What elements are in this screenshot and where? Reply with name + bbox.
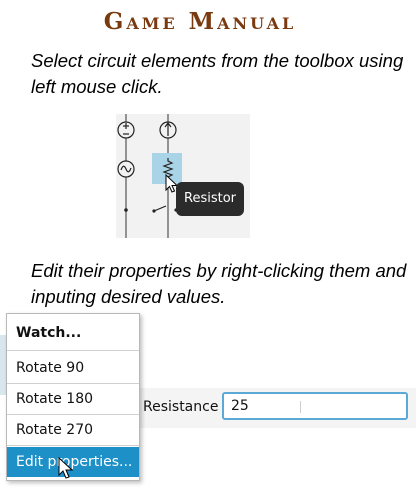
menu-item-watch[interactable]: Watch... bbox=[7, 318, 139, 348]
resistance-input[interactable]: 25 bbox=[222, 392, 408, 420]
dc-source-icon[interactable] bbox=[117, 121, 135, 139]
menu-separator bbox=[7, 445, 139, 446]
resistor-tooltip: Resistor bbox=[176, 182, 244, 216]
instruction-select-elements: Select circuit elements from the toolbox… bbox=[31, 50, 404, 97]
manual-title: Game Manual bbox=[103, 8, 297, 35]
menu-item-rotate-90[interactable]: Rotate 90 bbox=[7, 353, 139, 383]
context-menu: Watch... Rotate 90 Rotate 180 Rotate 270… bbox=[6, 313, 140, 481]
resistance-label: Resistance bbox=[143, 399, 219, 415]
current-source-icon[interactable] bbox=[159, 121, 177, 139]
menu-item-rotate-270[interactable]: Rotate 270 bbox=[7, 415, 139, 445]
mouse-pointer-icon bbox=[58, 457, 74, 479]
toolbox-panel bbox=[116, 114, 250, 238]
ac-source-icon[interactable] bbox=[117, 160, 135, 178]
menu-item-rotate-180[interactable]: Rotate 180 bbox=[7, 384, 139, 414]
menu-separator bbox=[7, 350, 139, 351]
node-icon[interactable] bbox=[124, 208, 128, 212]
text-cursor-icon bbox=[300, 401, 301, 413]
switch-icon[interactable] bbox=[152, 205, 178, 213]
instruction-edit-properties: Edit their properties by right-clicking … bbox=[31, 260, 407, 307]
